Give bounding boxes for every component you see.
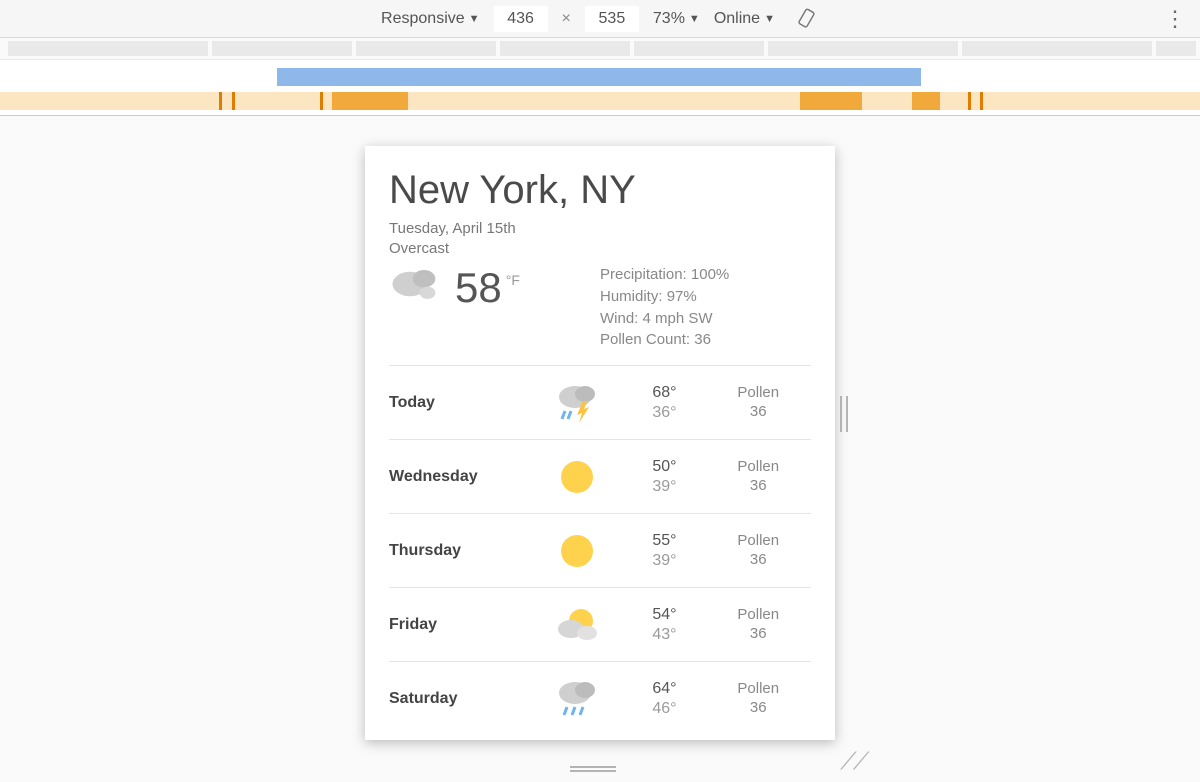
rotate-icon[interactable] — [797, 8, 819, 30]
forecast-pollen: Pollen36 — [706, 680, 812, 718]
storm-icon — [530, 383, 624, 423]
emulated-viewport-area: New York, NY Tuesday, April 15th Overcas… — [0, 116, 1200, 782]
overcast-icon — [389, 264, 445, 304]
forecast-day: Thursday — [389, 542, 530, 560]
forecast-pollen: Pollen36 — [706, 458, 812, 496]
location-title: New York, NY — [389, 168, 811, 213]
weather-card: New York, NY Tuesday, April 15th Overcas… — [365, 146, 835, 735]
forecast-row[interactable]: Friday 54°43°Pollen36 — [389, 587, 811, 661]
temp-unit: °F — [506, 272, 520, 288]
chevron-down-icon: ▼ — [469, 13, 480, 25]
chevron-down-icon: ▼ — [764, 13, 775, 25]
zoom-value: 73% — [653, 10, 685, 28]
viewport-width-input[interactable] — [494, 6, 548, 32]
emulated-device-frame: New York, NY Tuesday, April 15th Overcas… — [365, 146, 835, 740]
forecast-temps: 50°39° — [623, 457, 705, 497]
forecast-day: Wednesday — [389, 468, 530, 486]
resize-handle-right[interactable] — [838, 396, 850, 437]
forecast-row[interactable]: Wednesday 50°39°Pollen36 — [389, 439, 811, 513]
throttle-value: Online — [714, 10, 760, 28]
dimension-separator: × — [562, 10, 571, 28]
device-select[interactable]: Responsive ▼ — [381, 10, 480, 28]
device-toolbar: Responsive ▼ × 73% ▼ Online ▼ ⋮ — [0, 0, 1200, 38]
showers-icon — [530, 679, 624, 719]
forecast-temps: 64°46° — [623, 679, 705, 719]
forecast-pollen: Pollen36 — [706, 532, 812, 570]
viewport-ruler — [0, 38, 1200, 60]
device-select-label: Responsive — [381, 10, 465, 28]
forecast-temps: 54°43° — [623, 605, 705, 645]
forecast-day: Friday — [389, 616, 530, 634]
condition-text: Overcast — [389, 240, 449, 257]
chevron-down-icon: ▼ — [689, 13, 700, 25]
forecast-temps: 68°36° — [623, 383, 705, 423]
more-options-icon[interactable]: ⋮ — [1164, 8, 1186, 30]
partly-icon — [530, 605, 624, 645]
throttle-select[interactable]: Online ▼ — [714, 10, 775, 28]
forecast-row[interactable]: Thursday 55°39°Pollen36 — [389, 513, 811, 587]
forecast-list: Today68°36°Pollen36Wednesday50°39°Pollen… — [389, 365, 811, 735]
forecast-day: Today — [389, 394, 530, 412]
performance-timeline[interactable] — [0, 60, 1200, 116]
forecast-temps: 55°39° — [623, 531, 705, 571]
resize-handle-corner[interactable]: ⟋⟋ — [840, 748, 866, 776]
forecast-pollen: Pollen36 — [706, 606, 812, 644]
current-conditions: 58 °F Precipitation: 100% Humidity: 97% … — [389, 264, 811, 351]
zoom-select[interactable]: 73% ▼ — [653, 10, 700, 28]
date-condition: Tuesday, April 15th Overcast — [389, 219, 811, 258]
sunny-icon — [530, 457, 624, 497]
current-temp: 58 °F — [455, 264, 520, 312]
current-details: Precipitation: 100% Humidity: 97% Wind: … — [600, 264, 811, 351]
viewport-height-input[interactable] — [585, 6, 639, 32]
resize-handle-bottom[interactable] — [570, 764, 616, 774]
forecast-row[interactable]: Today 68°36°Pollen36 — [389, 365, 811, 439]
forecast-day: Saturday — [389, 690, 530, 708]
forecast-pollen: Pollen36 — [706, 384, 812, 422]
forecast-row[interactable]: Saturday 64°46°Pollen36 — [389, 661, 811, 735]
sunny-icon — [530, 531, 624, 571]
date-text: Tuesday, April 15th — [389, 220, 516, 237]
